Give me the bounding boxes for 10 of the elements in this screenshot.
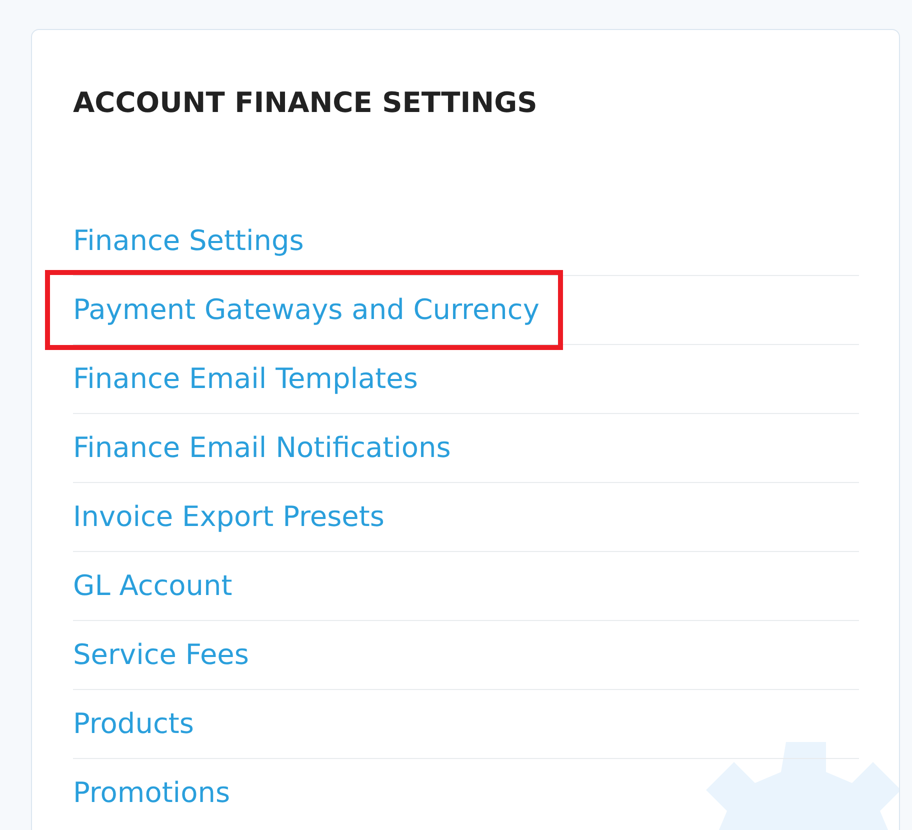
settings-link[interactable]: Invoice Export Presets: [73, 497, 384, 537]
settings-link[interactable]: Payment Gateways and Currency: [45, 270, 564, 350]
settings-link[interactable]: Finance Settings: [73, 221, 304, 261]
settings-link[interactable]: Finance Email Templates: [73, 359, 418, 399]
panel-title: ACCOUNT FINANCE SETTINGS: [73, 85, 538, 121]
settings-link[interactable]: GL Account: [73, 566, 232, 606]
settings-link[interactable]: Finance Email Notifications: [73, 428, 451, 468]
settings-link[interactable]: Products: [73, 704, 194, 744]
settings-link[interactable]: Service Fees: [73, 635, 249, 675]
settings-link[interactable]: Promotions: [73, 773, 230, 813]
